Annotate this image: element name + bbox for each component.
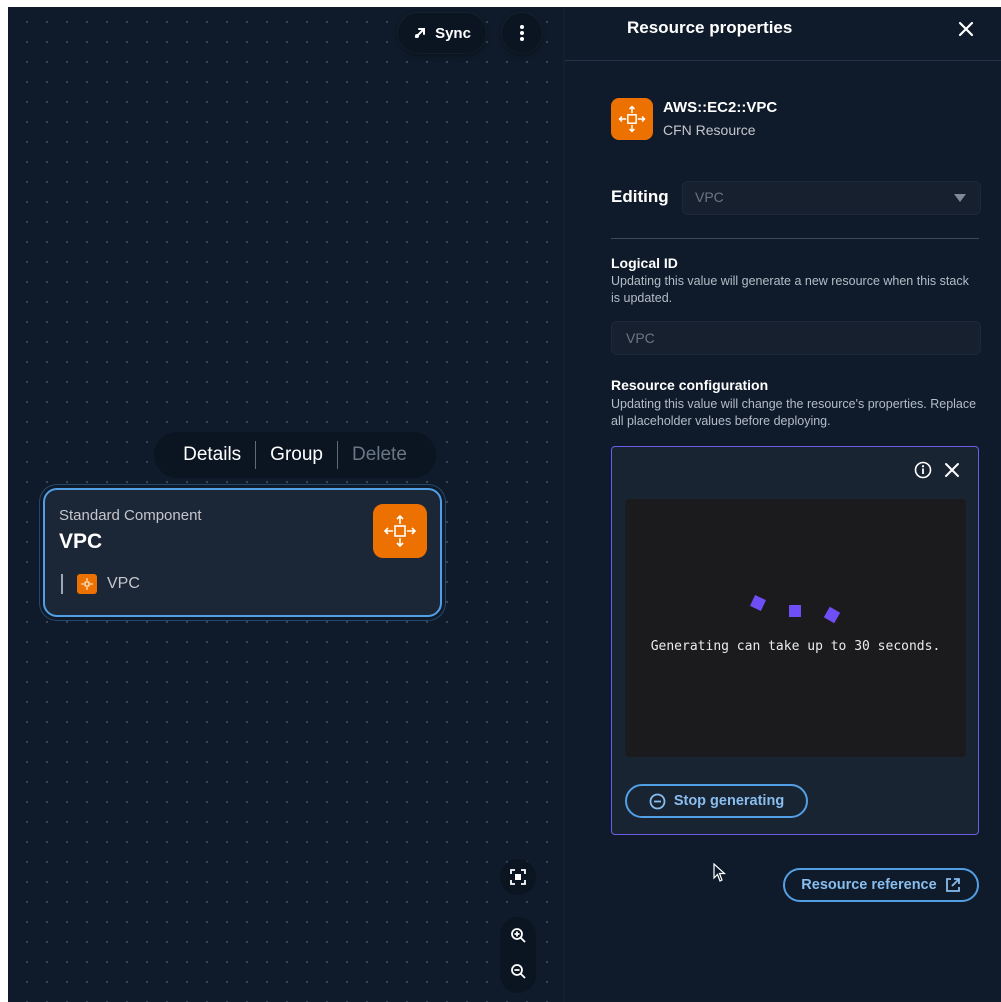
resource-subtitle: CFN Resource <box>663 122 756 138</box>
sub-resource-bar <box>61 574 63 594</box>
group-menu-item[interactable]: Group <box>256 444 337 466</box>
stop-generating-button[interactable]: Stop generating <box>625 784 808 818</box>
generation-progress-area: Generating can take up to 30 seconds. <box>625 499 966 757</box>
editing-label: Editing <box>611 187 669 206</box>
stop-generating-label: Stop generating <box>673 793 785 809</box>
fit-view-button[interactable] <box>500 859 536 895</box>
editing-select[interactable]: VPC <box>682 181 981 215</box>
sync-label: Sync <box>435 24 471 42</box>
loading-cube-icon <box>750 595 766 611</box>
generating-message: Generating can take up to 30 seconds. <box>650 639 941 654</box>
mouse-cursor-icon <box>713 863 727 882</box>
zoom-controls <box>500 917 536 993</box>
logical-id-description: Updating this value will generate a new … <box>611 274 969 305</box>
resource-reference-button[interactable]: Resource reference <box>783 868 979 902</box>
fit-view-icon <box>510 869 526 885</box>
details-menu-item[interactable]: Details <box>169 444 255 466</box>
minus-circle-icon <box>649 793 666 809</box>
node-context-menu: Details Group Delete <box>154 432 436 478</box>
info-icon[interactable] <box>914 461 932 479</box>
caret-down-icon <box>954 194 966 202</box>
loading-cube-icon <box>789 605 801 617</box>
vpc-component-node[interactable]: Standard Component VPC VPC <box>43 488 442 617</box>
vpc-mini-icon <box>77 574 97 594</box>
zoom-out-icon[interactable] <box>508 961 528 981</box>
resource-config-description: Updating this value will change the reso… <box>611 397 977 428</box>
node-sub-resource[interactable]: VPC <box>61 574 140 594</box>
resource-reference-label: Resource reference <box>801 877 937 893</box>
resource-type: AWS::EC2::VPC <box>663 99 778 116</box>
vertical-ellipsis-icon <box>520 25 524 41</box>
node-name: VPC <box>59 530 103 553</box>
editing-select-value: VPC <box>695 189 724 205</box>
logical-id-value: VPC <box>626 330 655 346</box>
sync-icon <box>415 28 426 38</box>
section-divider <box>611 238 979 239</box>
app-frame: Sync Details Group Delete Standard Compo… <box>8 7 1001 1002</box>
panel-header: Resource properties <box>565 7 1001 61</box>
close-icon[interactable] <box>956 19 976 39</box>
generation-box: Generating can take up to 30 seconds. St… <box>611 446 979 835</box>
logical-id-title: Logical ID <box>611 255 678 271</box>
resource-properties-panel: Resource properties AWS::EC2::VPC CFN Re… <box>565 7 1001 1002</box>
resource-config-title: Resource configuration <box>611 377 769 393</box>
zoom-in-icon[interactable] <box>508 925 528 945</box>
loading-cube-icon <box>823 606 841 624</box>
delete-menu-item[interactable]: Delete <box>338 444 421 466</box>
more-options-button[interactable] <box>502 13 542 53</box>
vpc-icon <box>373 504 427 558</box>
external-link-icon <box>945 878 960 892</box>
sync-button[interactable]: Sync <box>398 13 486 53</box>
vpc-resource-icon <box>611 98 653 140</box>
logical-id-input[interactable]: VPC <box>611 321 981 355</box>
close-icon[interactable] <box>943 461 961 479</box>
diagram-canvas[interactable]: Sync Details Group Delete Standard Compo… <box>8 7 563 1002</box>
panel-title: Resource properties <box>627 18 793 37</box>
node-kind-label: Standard Component <box>59 507 202 524</box>
sub-resource-label: VPC <box>107 575 140 592</box>
